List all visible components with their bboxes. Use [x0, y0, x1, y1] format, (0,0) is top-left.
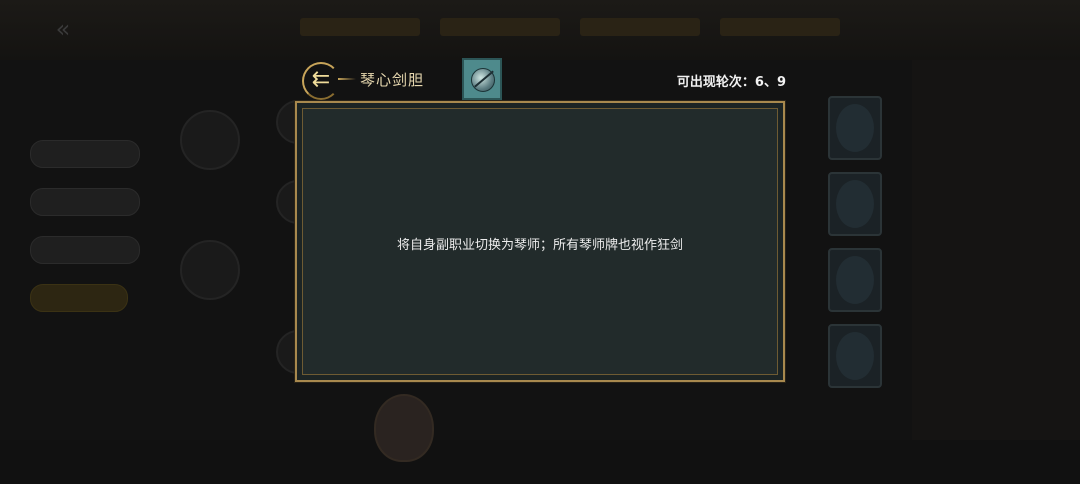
- background-card: [828, 96, 882, 160]
- skill-description: 将自身副职业切换为琴师；所有琴师牌也视作狂剑: [396, 238, 683, 253]
- background-card: [828, 324, 882, 388]
- arrow-emblem-icon: ⇇: [302, 62, 356, 100]
- background-menu-pill: [30, 140, 140, 168]
- background-card: [828, 172, 882, 236]
- background-menu-pill: [30, 284, 128, 312]
- background-left-menu: [30, 140, 140, 332]
- background-bottom-bar: [0, 440, 1080, 484]
- background-menu-pill: [30, 188, 140, 216]
- background-strip: [440, 18, 560, 36]
- back-arrow-icon: «: [55, 15, 71, 43]
- background-strip: [580, 18, 700, 36]
- game-screen: « ⇇ 琴心剑胆 可出现轮次：6、9 将自身副职业切换为琴师；所有琴师牌也视作狂…: [0, 0, 1080, 484]
- background-portrait: [180, 110, 240, 170]
- skill-description-panel: 将自身副职业切换为琴师；所有琴师牌也视作狂剑: [295, 101, 785, 382]
- background-portrait: [180, 240, 240, 300]
- background-medal: [374, 394, 434, 462]
- background-card: [828, 248, 882, 312]
- rounds-label: 可出现轮次：6、9: [676, 75, 786, 90]
- background-menu-pill: [30, 236, 140, 264]
- skill-popup-header: ⇇ 琴心剑胆 可出现轮次：6、9: [296, 54, 786, 104]
- background-right-panel: [912, 60, 1080, 484]
- skill-name: 琴心剑胆: [360, 71, 425, 89]
- background-strip: [300, 18, 420, 36]
- card-thumbnail-icon[interactable]: [462, 58, 502, 100]
- background-strip: [720, 18, 840, 36]
